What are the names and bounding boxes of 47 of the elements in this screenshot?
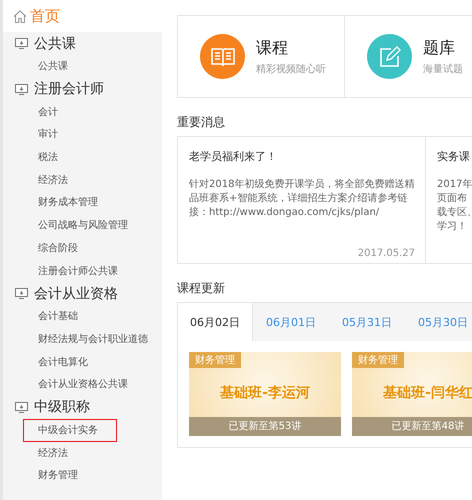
subject-tag: 财务管理 xyxy=(189,352,241,368)
pencil-icon xyxy=(367,34,412,79)
monitor-icon xyxy=(15,288,28,300)
feature-subtitle: 精彩视频随心听 xyxy=(256,62,326,76)
section-title[interactable]: 中级职称 xyxy=(34,398,90,416)
course-title: 基础班-李运河 xyxy=(220,384,310,402)
sidebar-item[interactable]: 中级会计实务 xyxy=(23,418,117,442)
news-body-line: 2017年 xyxy=(437,178,472,192)
subject-tag: 财务管理 xyxy=(352,352,404,368)
section-title[interactable]: 注册会计师 xyxy=(34,80,104,98)
news-title[interactable]: 实务课 xyxy=(437,149,472,164)
section-heading: 课程更新 xyxy=(177,280,226,297)
sidebar-item[interactable]: 会计基础 xyxy=(23,305,117,328)
sidebar-item[interactable]: 会计从业资格公共课 xyxy=(23,373,133,396)
sidebar-item[interactable]: 税法 xyxy=(23,146,117,169)
book-icon xyxy=(200,34,245,79)
feature-title[interactable]: 课程 xyxy=(256,38,326,58)
home-icon xyxy=(13,10,27,22)
monitor-icon xyxy=(15,38,28,49)
sidebar-item[interactable]: 公司战略与风险管理 xyxy=(23,214,133,237)
sidebar-item[interactable]: 经济法 xyxy=(23,168,117,192)
feature-subtitle: 海量试题 xyxy=(423,62,463,76)
sidebar-item[interactable]: 会计电算化 xyxy=(23,350,117,374)
news-body-line: 学习！ xyxy=(437,220,468,234)
section-title[interactable]: 会计从业资格 xyxy=(34,284,118,303)
news-body-line: 载专区、 xyxy=(437,206,472,220)
sidebar-item[interactable]: 财经法规与会计职业道德 xyxy=(23,328,153,351)
sidebar-item[interactable]: 公共课 xyxy=(23,55,117,78)
sidebar-item[interactable]: 注册会计师公共课 xyxy=(23,260,123,282)
update-caption: 已更新至第48讲 xyxy=(352,417,472,436)
sidebar-item[interactable]: 审计 xyxy=(23,123,117,146)
sidebar-item[interactable]: 会计 xyxy=(23,100,117,124)
sidebar-item[interactable]: 财务管理 xyxy=(23,464,117,487)
monitor-icon xyxy=(15,84,28,95)
section-title[interactable]: 公共课 xyxy=(34,34,76,52)
update-caption: 已更新至第53讲 xyxy=(189,417,341,436)
news-title[interactable]: 老学员福利来了！ xyxy=(189,149,415,164)
monitor-icon xyxy=(15,402,28,413)
sidebar-item[interactable]: 经济法 xyxy=(23,442,117,464)
feature-title[interactable]: 题库 xyxy=(423,38,463,58)
sidebar-item[interactable]: 综合阶段 xyxy=(23,236,117,260)
news-body: 针对2018年初级免费开课学员，将全部免费赠送精品班赛系+智能系统，详细招生方案介绍请参考链接：http://www.dongao.com/cjks/plan/ xyxy=(189,178,415,220)
news-body-line: 页面布 xyxy=(437,192,468,206)
date-tab[interactable]: 06月02日 xyxy=(178,303,253,341)
sidebar-item[interactable]: 财务成本管理 xyxy=(23,191,117,214)
section-heading: 重要消息 xyxy=(177,114,226,131)
news-date: 2017.05.27 xyxy=(356,248,415,259)
